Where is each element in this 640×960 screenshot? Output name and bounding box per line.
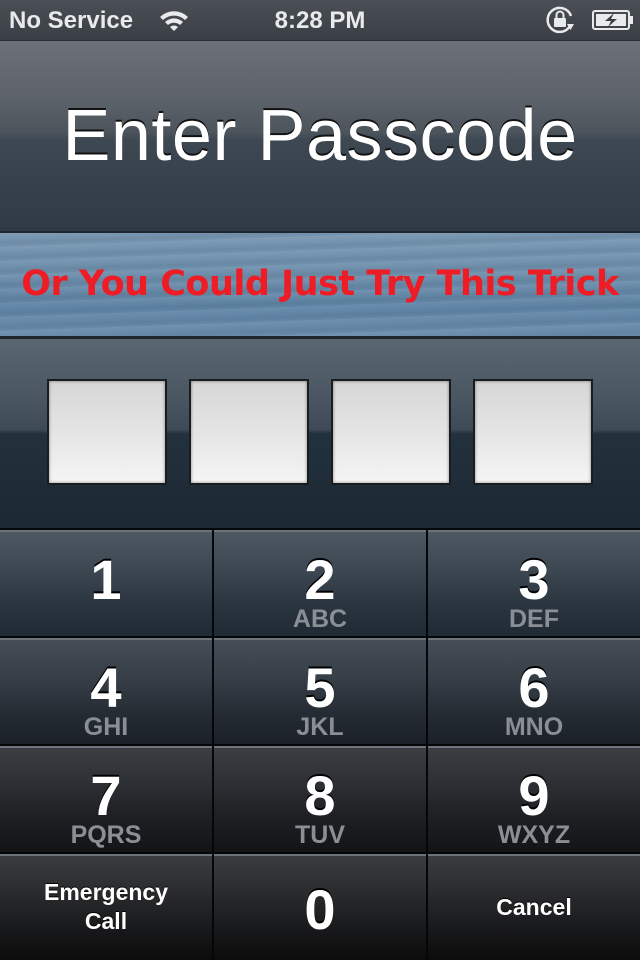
rotation-lock-icon xyxy=(546,6,574,34)
key-3[interactable]: 3 DEF xyxy=(428,530,640,636)
emergency-call-button[interactable]: Emergency Call xyxy=(0,854,212,960)
key-letters: WXYZ xyxy=(497,821,571,849)
passcode-digit-box xyxy=(473,379,593,485)
key-letters: TUV xyxy=(295,821,345,849)
key-digit: 9 xyxy=(518,764,550,827)
keypad: 1 2 ABC 3 DEF 4 GHI 5 JKL 6 MNO 7 PQRS 8… xyxy=(0,528,640,960)
key-0[interactable]: 0 xyxy=(214,854,426,960)
key-digit: 4 xyxy=(90,656,122,719)
emergency-label-line2: Call xyxy=(84,908,128,934)
battery-charging-icon xyxy=(592,10,633,30)
key-9[interactable]: 9 WXYZ xyxy=(428,746,640,852)
key-digit: 1 xyxy=(90,548,122,611)
key-digit: 7 xyxy=(90,764,122,827)
key-letters: GHI xyxy=(83,713,129,741)
header: Enter Passcode xyxy=(0,41,640,233)
cancel-button[interactable]: Cancel xyxy=(428,854,640,960)
key-digit: 5 xyxy=(304,656,336,719)
banner-text: Or You Could Just Try This Trick xyxy=(21,264,619,304)
key-6[interactable]: 6 MNO xyxy=(428,638,640,744)
key-2[interactable]: 2 ABC xyxy=(214,530,426,636)
emergency-label-line1: Emergency xyxy=(43,879,168,905)
key-1[interactable]: 1 xyxy=(0,530,212,636)
passcode-field xyxy=(0,339,640,528)
key-digit: 0 xyxy=(304,878,336,941)
key-letters: MNO xyxy=(504,713,564,741)
key-digit: 3 xyxy=(518,548,550,611)
status-bar: No Service 8:28 PM xyxy=(0,0,640,41)
cancel-label: Cancel xyxy=(496,894,572,920)
key-letters: JKL xyxy=(296,713,344,741)
key-letters: PQRS xyxy=(70,821,142,849)
key-8[interactable]: 8 TUV xyxy=(214,746,426,852)
passcode-digit-box xyxy=(47,379,167,485)
key-letters: ABC xyxy=(292,605,348,633)
page-title: Enter Passcode xyxy=(62,96,578,176)
key-digit: 2 xyxy=(304,548,336,611)
key-digit: 6 xyxy=(518,656,550,719)
passcode-digit-box xyxy=(331,379,451,485)
key-5[interactable]: 5 JKL xyxy=(214,638,426,744)
passcode-digit-box xyxy=(189,379,309,485)
key-4[interactable]: 4 GHI xyxy=(0,638,212,744)
overlay-banner: Or You Could Just Try This Trick xyxy=(0,233,640,339)
key-7[interactable]: 7 PQRS xyxy=(0,746,212,852)
key-letters: DEF xyxy=(509,605,559,633)
key-digit: 8 xyxy=(304,764,336,827)
